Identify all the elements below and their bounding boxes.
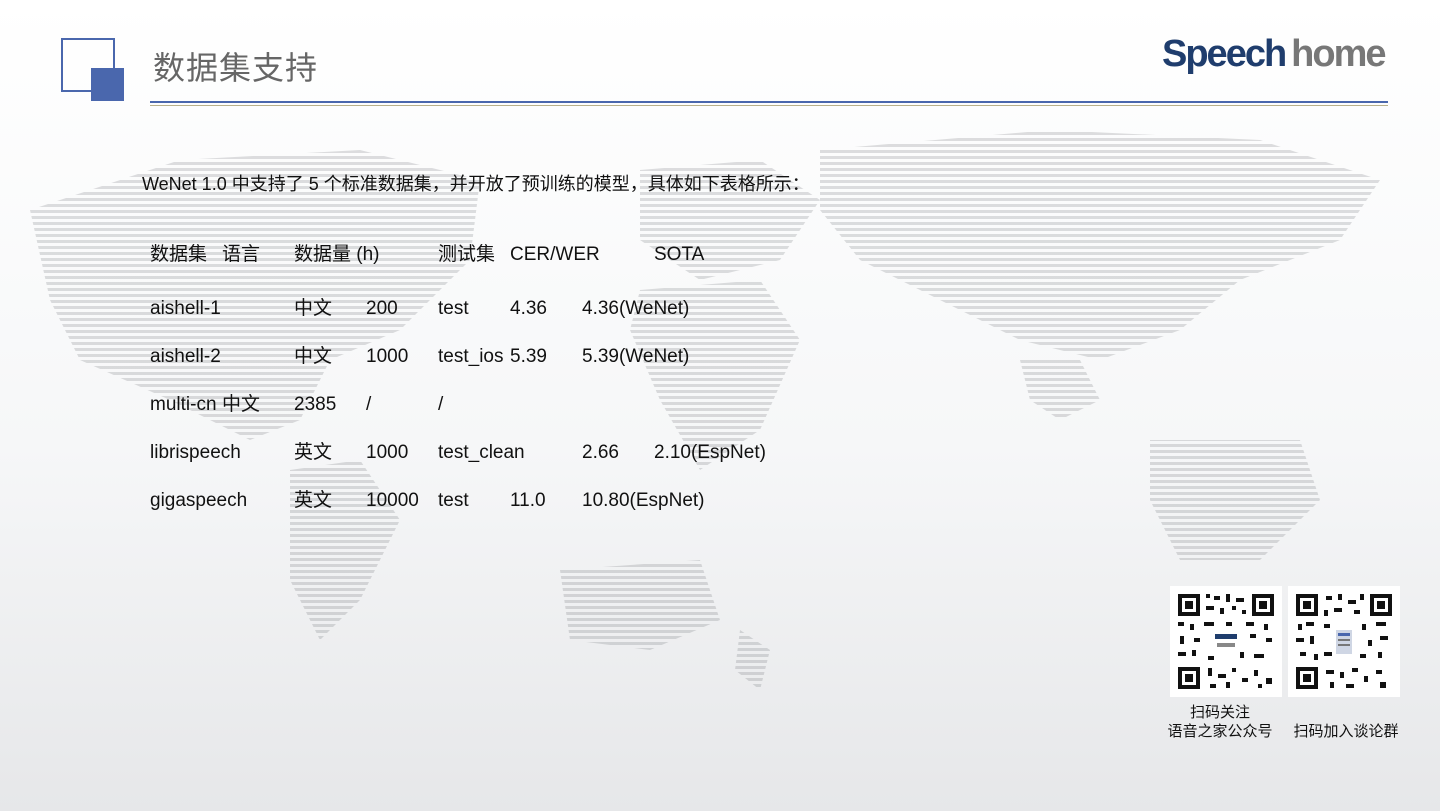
table-cell: 5.39	[510, 346, 547, 367]
table-cell: 2385	[294, 394, 337, 415]
table-cell: 2.10(EspNet)	[654, 442, 766, 463]
qr-caption-line	[1284, 703, 1408, 722]
table-cell: 10000	[366, 490, 419, 511]
page-title: 数据集支持	[153, 50, 319, 86]
header-sota: SOTA	[654, 244, 705, 265]
table-cell: 英文	[294, 442, 333, 463]
qr-code-icon	[1296, 594, 1392, 689]
table-cell: multi-cn	[150, 394, 217, 415]
table-cell: librispeech	[150, 442, 241, 463]
table-cell: 2.66	[582, 442, 619, 463]
header-cer-wer: CER/WER	[510, 244, 600, 265]
table-cell: 10.80(EspNet)	[582, 490, 705, 511]
table-cell: 4.36	[510, 298, 547, 319]
qr-caption-official-account: 扫码关注 语音之家公众号	[1164, 703, 1276, 741]
table-cell: 5.39(WeNet)	[582, 346, 690, 367]
title-underline-secondary	[150, 105, 1388, 106]
table-cell: test	[438, 490, 469, 511]
header-language: 语言	[222, 244, 261, 265]
header-testset: 测试集	[438, 244, 496, 265]
table-cell: 中文	[294, 346, 333, 367]
qr-code-icon	[1178, 594, 1274, 689]
speechhome-logo: Speech home	[1162, 32, 1387, 76]
table-cell: aishell-1	[150, 298, 221, 319]
qr-code-discussion-group	[1288, 586, 1400, 697]
table-cell: /	[366, 394, 372, 415]
title-underline	[150, 101, 1388, 103]
table-cell: 中文	[222, 394, 261, 415]
table-cell: 200	[366, 298, 398, 319]
header-hours: 数据量 (h)	[294, 244, 380, 265]
qr-code-official-account	[1170, 586, 1282, 697]
table-cell: /	[438, 394, 444, 415]
table-cell: 中文	[294, 298, 333, 319]
table-cell: 11.0	[510, 490, 546, 511]
table-cell: 4.36(WeNet)	[582, 298, 690, 319]
qr-caption-line: 扫码加入谈论群	[1293, 723, 1399, 740]
table-cell: 1000	[366, 346, 409, 367]
header-dataset: 数据集	[150, 244, 208, 265]
logo-word-speech: Speech	[1162, 33, 1287, 75]
table-cell: test_clean	[438, 442, 525, 463]
table-cell: test	[438, 298, 469, 319]
title-decor-square-filled	[91, 68, 124, 101]
table-cell: aishell-2	[150, 346, 221, 367]
qr-caption-line: 扫码关注	[1189, 704, 1250, 721]
qr-caption-discussion-group: 扫码加入谈论群	[1284, 703, 1408, 741]
logo-word-home: home	[1291, 33, 1386, 75]
table-cell: test_ios	[438, 346, 504, 367]
qr-caption-line: 语音之家公众号	[1167, 723, 1273, 740]
table-cell: gigaspeech	[150, 490, 248, 511]
table-cell: 英文	[294, 490, 333, 511]
table-cell: 1000	[366, 442, 409, 463]
intro-text: WeNet 1.0 中支持了 5 个标准数据集，并开放了预训练的模型，具体如下表…	[142, 174, 810, 194]
